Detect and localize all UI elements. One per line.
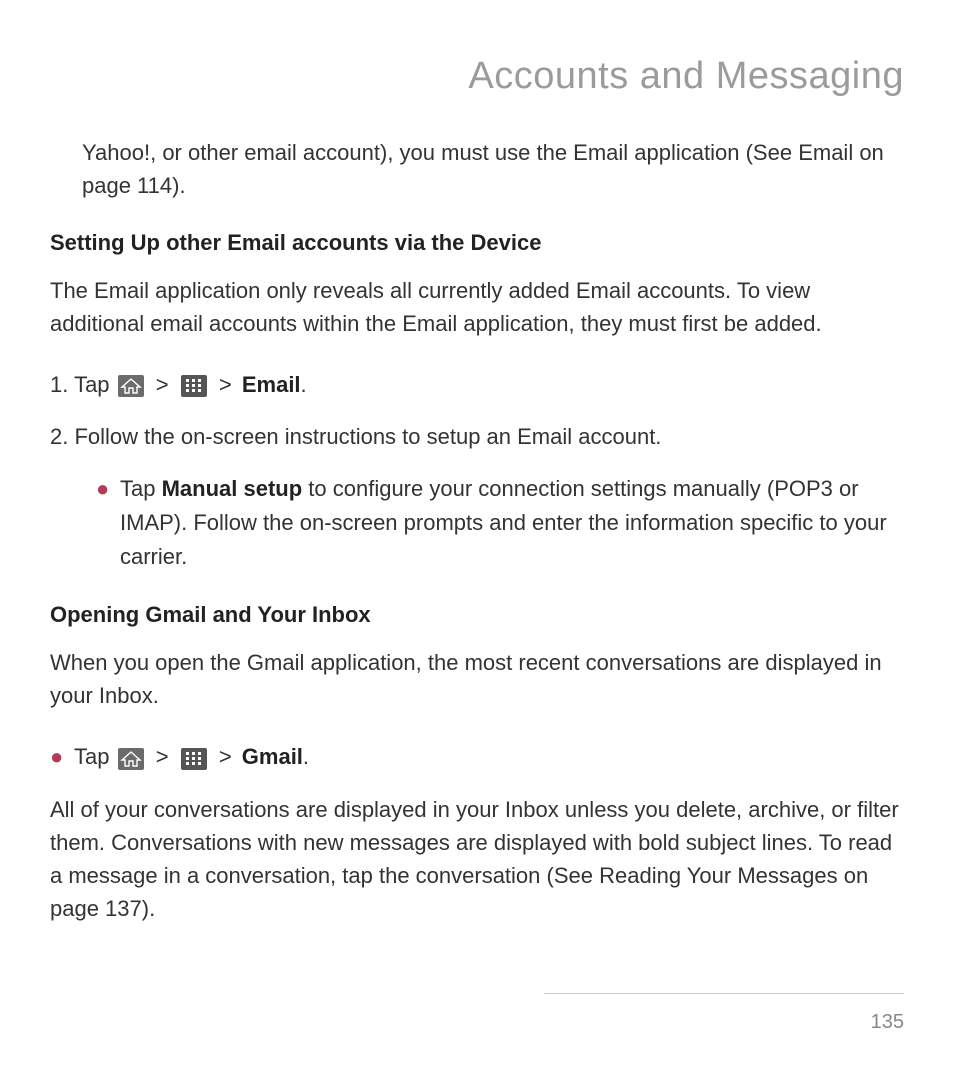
intro-paragraph: Yahoo!, or other email account), you mus… — [82, 136, 904, 202]
gmail-label: Gmail — [242, 744, 303, 769]
apps-grid-icon — [181, 748, 207, 770]
footer-divider — [544, 993, 904, 994]
section-heading-setup: Setting Up other Email accounts via the … — [50, 230, 904, 256]
page-title: Accounts and Messaging — [50, 55, 904, 98]
step-2: 2. Follow the on-screen instructions to … — [50, 420, 904, 454]
section2-paragraph: When you open the Gmail application, the… — [50, 646, 904, 712]
apps-grid-icon — [181, 375, 207, 397]
bullet-prefix: Tap — [74, 744, 116, 769]
step1-prefix: 1. Tap — [50, 372, 116, 397]
bullet-prefix: Tap — [120, 476, 162, 501]
page-number: 135 — [871, 1011, 904, 1034]
separator: > — [156, 744, 175, 769]
gmail-bullet-content: Tap > > Gmail. — [74, 740, 904, 774]
section-heading-gmail: Opening Gmail and Your Inbox — [50, 602, 904, 628]
home-icon — [118, 748, 144, 770]
gmail-bullet: ● Tap > > Gmail. — [50, 740, 904, 774]
separator: > — [156, 372, 175, 397]
email-label: Email — [242, 372, 301, 397]
period: . — [301, 372, 307, 397]
separator: > — [219, 744, 238, 769]
bullet-dot-icon: ● — [50, 740, 74, 774]
bullet-content: Tap Manual setup to configure your conne… — [120, 472, 904, 574]
manual-setup-label: Manual setup — [162, 476, 303, 501]
period: . — [303, 744, 309, 769]
section1-paragraph: The Email application only reveals all c… — [50, 274, 904, 340]
closing-paragraph: All of your conversations are displayed … — [50, 793, 904, 925]
manual-page: Accounts and Messaging Yahoo!, or other … — [0, 0, 954, 1074]
separator: > — [219, 372, 238, 397]
home-icon — [118, 375, 144, 397]
bullet-dot-icon: ● — [96, 472, 120, 574]
step-1: 1. Tap > > Email. — [50, 368, 904, 402]
manual-setup-bullet: ● Tap Manual setup to configure your con… — [96, 472, 904, 574]
